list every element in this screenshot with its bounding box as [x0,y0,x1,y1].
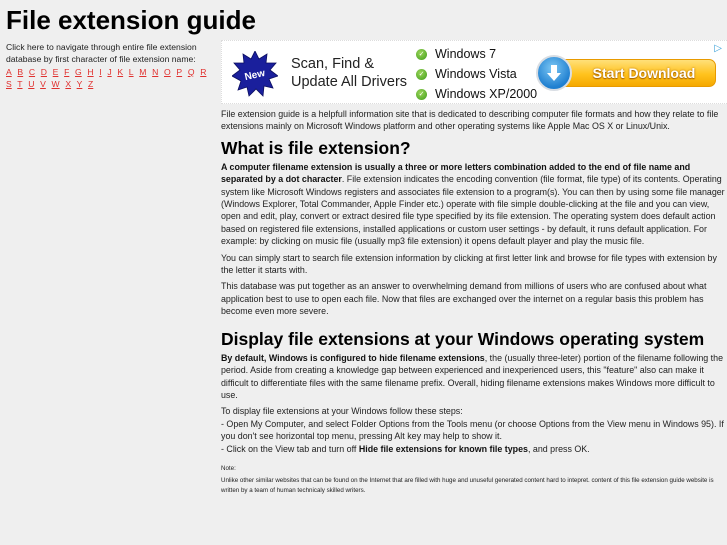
letter-navigation: Click here to navigate through entire fi… [6,41,218,90]
letter-link-a[interactable]: A [6,67,12,77]
ad-headline-line2: Update All Drivers [291,74,408,90]
ad-os-item: ✓ Windows Vista [416,64,537,84]
download-arrow-icon [536,55,572,91]
letter-link-j[interactable]: J [107,67,111,77]
ad-choices-icon[interactable]: ▷ [714,43,722,54]
letter-link-w[interactable]: W [52,79,60,89]
letter-link-p[interactable]: P [176,67,182,77]
site-title: File extension guide [6,5,256,35]
letter-link-x[interactable]: X [65,79,71,89]
letter-nav-intro[interactable]: Click here to navigate through entire fi… [6,41,218,66]
letter-link-s[interactable]: S [6,79,12,89]
green-check-icon: ✓ [416,48,427,60]
ad-os-label: Windows XP/2000 [435,87,538,101]
database-paragraph: This database was put together as an ans… [221,281,707,317]
green-check-icon: ✓ [416,88,427,100]
letter-link-l[interactable]: L [129,67,134,77]
letter-link-c[interactable]: C [29,67,35,77]
ad-os-item: ✓ Windows 7 [416,44,537,64]
default-hidden-paragraph: By default, Windows is configured to hid… [221,352,727,402]
letter-link-k[interactable]: K [117,67,123,77]
letter-link-b[interactable]: B [17,67,23,77]
start-download-label: Start Download [554,59,716,87]
step-2: - Click on the View tab and turn off Hid… [221,443,590,454]
step-2-bold: Hide file extensions for known file type… [358,443,528,454]
letter-link-i[interactable]: I [99,67,101,77]
section-heading-display: Display file extensions at your Windows … [221,328,705,349]
letter-link-v[interactable]: V [40,79,46,89]
letter-link-u[interactable]: U [28,79,34,89]
ad-headline-line1: Scan, Find & [291,56,375,72]
letter-link-n[interactable]: N [152,67,158,77]
letter-link-r[interactable]: R [200,67,206,77]
default-hidden-bold: By default, Windows is configured to hid… [221,352,485,363]
letter-link-o[interactable]: O [164,67,171,77]
definition-text: . File extension indicates the encoding … [221,174,725,247]
definition-paragraph: A computer filename extension is usually… [221,161,727,248]
letter-link-q[interactable]: Q [188,67,195,77]
ad-os-list: ✓ Windows 7 ✓ Windows Vista ✓ Windows XP/20… [416,44,538,103]
green-check-icon: ✓ [416,68,427,80]
note-text: Unlike other similar websites that can b… [221,476,714,494]
letter-link-g[interactable]: G [75,67,82,77]
note-label: Note: [221,464,236,472]
step-1: - Open My Computer, and select Folder Op… [221,418,724,442]
letter-link-f[interactable]: F [64,67,69,77]
letter-link-e[interactable]: E [53,67,59,77]
section-heading-what-is: What is file extension? [221,137,411,158]
letter-links: A B C D E F G H I J K L M N O P Q R S T … [6,66,218,91]
letter-link-y[interactable]: Y [77,79,83,89]
letter-link-z[interactable]: Z [88,79,93,89]
ad-os-label: Windows Vista [435,67,517,81]
search-paragraph: You can simply start to search file exte… [221,252,717,276]
main-content: File extension guide is a helpfull infor… [221,108,727,498]
ad-os-label: Windows 7 [435,47,497,61]
advertisement-banner[interactable]: New Scan, Find & Update All Drivers ✓ Win… [221,40,727,104]
letter-link-t[interactable]: T [17,79,22,89]
steps-intro: To display file extensions at your Windo… [221,406,463,417]
letter-link-d[interactable]: D [41,67,47,77]
steps: To display file extensions at your Windo… [221,405,727,455]
ad-headline: Scan, Find & Update All Drivers [291,55,407,91]
ad-os-item: ✓ Windows XP/2000 [416,84,538,103]
letter-link-h[interactable]: H [87,67,93,77]
new-badge-icon: New [232,51,278,97]
intro-paragraph: File extension guide is a helpfull infor… [221,109,719,132]
note: Note: Unlike other similar websites that… [221,464,727,496]
letter-link-m[interactable]: M [139,67,146,77]
start-download-button[interactable]: Start Download [536,55,716,91]
